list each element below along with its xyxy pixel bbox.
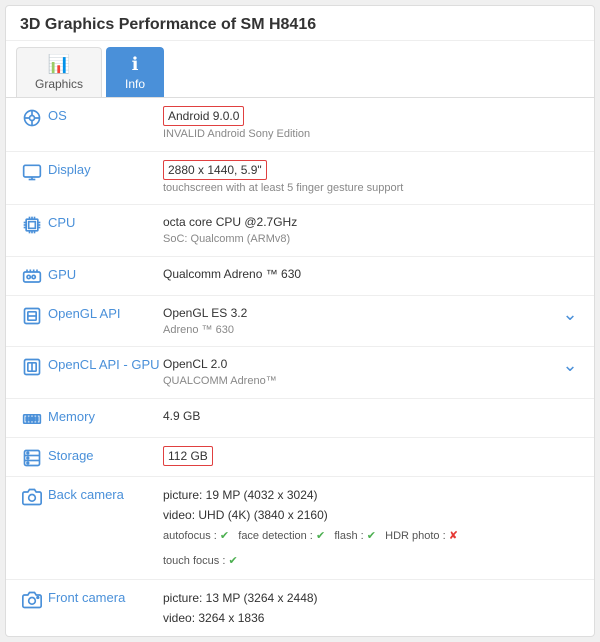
- hdr-cross: ✘: [449, 530, 458, 542]
- front-camera-row: Front camera picture: 13 MP (3264 x 2448…: [6, 580, 594, 637]
- back-camera-features: autofocus : ✔ face detection : ✔ flash :…: [163, 530, 458, 542]
- info-tab-icon: ℹ: [132, 54, 139, 75]
- back-camera-video: video: UHD (4K) (3840 x 2160): [163, 505, 584, 525]
- back-camera-value: picture: 19 MP (4032 x 3024) video: UHD …: [163, 485, 584, 571]
- gpu-value: Qualcomm Adreno ™ 630: [163, 265, 584, 283]
- storage-icon: [16, 446, 48, 468]
- back-camera-row: Back camera picture: 19 MP (4032 x 3024)…: [6, 477, 594, 580]
- memory-main: 4.9 GB: [163, 407, 584, 425]
- cpu-icon: [16, 213, 48, 235]
- opengl-label: OpenGL API: [48, 304, 163, 321]
- tab-bar: 📊 Graphics ℹ Info: [6, 41, 594, 98]
- cpu-row: CPU octa core CPU @2.7GHz SoC: Qualcomm …: [6, 205, 594, 257]
- storage-row: Storage 112 GB: [6, 438, 594, 477]
- memory-icon: [16, 407, 48, 429]
- opencl-label: OpenCL API - GPU: [48, 355, 163, 372]
- os-label: OS: [48, 106, 163, 123]
- graphics-tab-label: Graphics: [35, 77, 83, 91]
- display-value: 2880 x 1440, 5.9" touchscreen with at le…: [163, 160, 584, 197]
- memory-row: Memory 4.9 GB: [6, 399, 594, 438]
- opengl-main: OpenGL ES 3.2: [163, 304, 556, 322]
- gpu-row: GPU Qualcomm Adreno ™ 630: [6, 257, 594, 296]
- main-container: 3D Graphics Performance of SM H8416 📊 Gr…: [5, 5, 595, 637]
- opencl-icon: [16, 355, 48, 377]
- display-highlight: 2880 x 1440, 5.9": [163, 160, 267, 180]
- cpu-sub: SoC: Qualcomm (ARMv8): [163, 231, 584, 248]
- memory-value: 4.9 GB: [163, 407, 584, 425]
- front-camera-label: Front camera: [48, 588, 163, 605]
- opencl-row: OpenCL API - GPU OpenCL 2.0 QUALCOMM Adr…: [6, 347, 594, 399]
- gpu-icon: [16, 265, 48, 287]
- info-tab-label: Info: [125, 77, 145, 91]
- display-sub: touchscreen with at least 5 finger gestu…: [163, 180, 584, 197]
- opengl-value: OpenGL ES 3.2 Adreno ™ 630: [163, 304, 556, 339]
- opencl-value: OpenCL 2.0 QUALCOMM Adreno™: [163, 355, 556, 390]
- info-table: OS Android 9.0.0 INVALID Android Sony Ed…: [6, 98, 594, 636]
- gpu-main: Qualcomm Adreno ™ 630: [163, 265, 584, 283]
- os-value: Android 9.0.0 INVALID Android Sony Editi…: [163, 106, 584, 143]
- opengl-expand-button[interactable]: ⌄: [556, 304, 584, 325]
- front-camera-icon: [16, 588, 48, 610]
- opencl-main: OpenCL 2.0: [163, 355, 556, 373]
- autofocus-check: ✔: [220, 530, 229, 542]
- back-camera-label: Back camera: [48, 485, 163, 502]
- display-label: Display: [48, 160, 163, 177]
- face-detection-check: ✔: [316, 530, 325, 542]
- display-icon: [16, 160, 48, 182]
- os-highlight: Android 9.0.0: [163, 106, 244, 126]
- opengl-row: OpenGL API OpenGL ES 3.2 Adreno ™ 630 ⌄: [6, 296, 594, 348]
- display-row: Display 2880 x 1440, 5.9" touchscreen wi…: [6, 152, 594, 206]
- front-camera-video: video: 3264 x 1836: [163, 608, 584, 628]
- opengl-sub: Adreno ™ 630: [163, 322, 556, 339]
- cpu-value: octa core CPU @2.7GHz SoC: Qualcomm (ARM…: [163, 213, 584, 248]
- front-camera-value: picture: 13 MP (3264 x 2448) video: 3264…: [163, 588, 584, 629]
- back-camera-features2: touch focus : ✔: [163, 555, 238, 567]
- cpu-label: CPU: [48, 213, 163, 230]
- opencl-sub: QUALCOMM Adreno™: [163, 373, 556, 390]
- os-sub: INVALID Android Sony Edition: [163, 126, 584, 143]
- opengl-icon: [16, 304, 48, 326]
- front-camera-picture: picture: 13 MP (3264 x 2448): [163, 588, 584, 608]
- storage-highlight: 112 GB: [163, 446, 213, 466]
- back-camera-picture: picture: 19 MP (4032 x 3024): [163, 485, 584, 505]
- flash-check: ✔: [367, 530, 376, 542]
- page-title: 3D Graphics Performance of SM H8416: [6, 6, 594, 41]
- storage-label: Storage: [48, 446, 163, 463]
- cpu-main: octa core CPU @2.7GHz: [163, 213, 584, 231]
- back-camera-icon: [16, 485, 48, 507]
- storage-value: 112 GB: [163, 446, 584, 466]
- touch-focus-check: ✔: [228, 555, 237, 567]
- opencl-expand-button[interactable]: ⌄: [556, 355, 584, 376]
- memory-label: Memory: [48, 407, 163, 424]
- os-icon: [16, 106, 48, 128]
- tab-graphics[interactable]: 📊 Graphics: [16, 47, 102, 97]
- graphics-tab-icon: 📊: [48, 54, 70, 75]
- tab-info[interactable]: ℹ Info: [106, 47, 164, 97]
- gpu-label: GPU: [48, 265, 163, 282]
- os-row: OS Android 9.0.0 INVALID Android Sony Ed…: [6, 98, 594, 152]
